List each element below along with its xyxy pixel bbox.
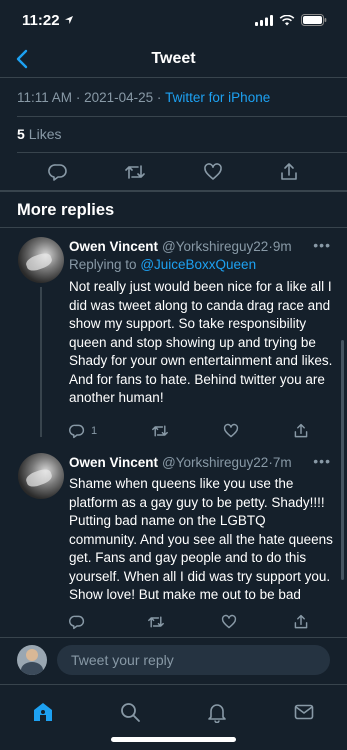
notifications-icon <box>208 704 226 723</box>
replying-to-handle[interactable]: @JuiceBoxxQueen <box>140 257 256 272</box>
thread-line <box>40 287 42 437</box>
divider <box>17 152 347 153</box>
page-title: Tweet <box>151 49 196 67</box>
meta-separator: · <box>156 89 162 105</box>
status-bar: 11:22 <box>0 0 347 40</box>
divider <box>0 637 347 638</box>
tweet-meta: 11:11 AM · 2021-04-25 · Twitter for iPho… <box>17 84 330 110</box>
reply-author-handle: @Yorkshireguy22 <box>162 238 269 254</box>
share-icon[interactable] <box>293 614 309 630</box>
reply-actions <box>69 613 309 631</box>
meta-separator: · <box>75 89 81 105</box>
reply-author-name[interactable]: Owen Vincent <box>69 239 158 254</box>
tweet-date: 2021-04-25 <box>84 89 154 105</box>
tweet-source-link[interactable]: Twitter for iPhone <box>165 90 270 105</box>
location-arrow-icon <box>64 16 73 24</box>
more-replies-heading: More replies <box>17 200 115 219</box>
reply-actions: 1 <box>69 422 309 440</box>
battery-icon <box>301 14 327 26</box>
avatar[interactable] <box>18 453 64 499</box>
reply-count: 1 <box>91 425 98 437</box>
reply-text: Not really just would been nice for a li… <box>69 279 333 405</box>
replying-prefix: Replying to <box>69 257 137 272</box>
scrollbar[interactable] <box>341 340 344 580</box>
messages-icon <box>294 704 314 720</box>
retweet-icon[interactable] <box>124 162 146 182</box>
tab-messages[interactable] <box>289 697 319 727</box>
replying-to: Replying to @JuiceBoxxQueen <box>69 257 256 272</box>
back-button[interactable] <box>10 46 34 72</box>
reply-author-handle: @Yorkshireguy22 <box>162 454 269 470</box>
more-options-icon[interactable]: ••• <box>313 453 331 469</box>
tweet-actions <box>0 158 347 186</box>
nav-bar: Tweet <box>0 40 347 78</box>
chevron-left-icon <box>16 49 28 69</box>
signal-icon <box>255 14 273 26</box>
search-icon <box>121 703 140 722</box>
tab-search[interactable] <box>115 697 145 727</box>
divider <box>0 227 347 228</box>
wifi-icon <box>279 14 295 25</box>
share-icon[interactable] <box>279 162 299 182</box>
reply-author-name[interactable]: Owen Vincent <box>69 455 158 470</box>
tab-notifications[interactable] <box>202 697 232 727</box>
reply-button[interactable] <box>69 614 91 630</box>
like-icon[interactable] <box>221 614 237 630</box>
divider <box>17 116 347 117</box>
share-icon[interactable] <box>293 423 309 439</box>
reply-composer: Tweet your reply <box>0 640 347 680</box>
reply-icon[interactable] <box>48 162 68 182</box>
likes-label: Likes <box>28 126 62 142</box>
divider <box>0 190 347 192</box>
reply-button[interactable]: 1 <box>69 423 97 439</box>
more-options-icon[interactable]: ••• <box>313 237 331 253</box>
status-time: 11:22 <box>22 11 60 29</box>
home-icon <box>34 703 52 721</box>
retweet-icon[interactable] <box>147 614 165 630</box>
reply-icon <box>69 615 85 630</box>
retweet-icon[interactable] <box>151 423 169 439</box>
avatar[interactable] <box>17 645 47 675</box>
reply-text: Shame when queens like you use the platf… <box>69 476 333 602</box>
reply-time: 7m <box>272 454 292 470</box>
like-icon[interactable] <box>203 162 223 182</box>
avatar[interactable] <box>18 237 64 283</box>
reply-input[interactable]: Tweet your reply <box>57 645 330 675</box>
likes-count: 5 <box>17 126 25 142</box>
tweet-time: 11:11 AM <box>17 89 73 105</box>
likes-stat[interactable]: 5 Likes <box>17 122 61 146</box>
reply-time: 9m <box>272 238 292 254</box>
reply-icon <box>69 424 85 439</box>
home-indicator <box>111 737 236 742</box>
tab-bar <box>0 684 347 750</box>
like-icon[interactable] <box>223 423 239 439</box>
tab-home[interactable] <box>28 697 58 727</box>
